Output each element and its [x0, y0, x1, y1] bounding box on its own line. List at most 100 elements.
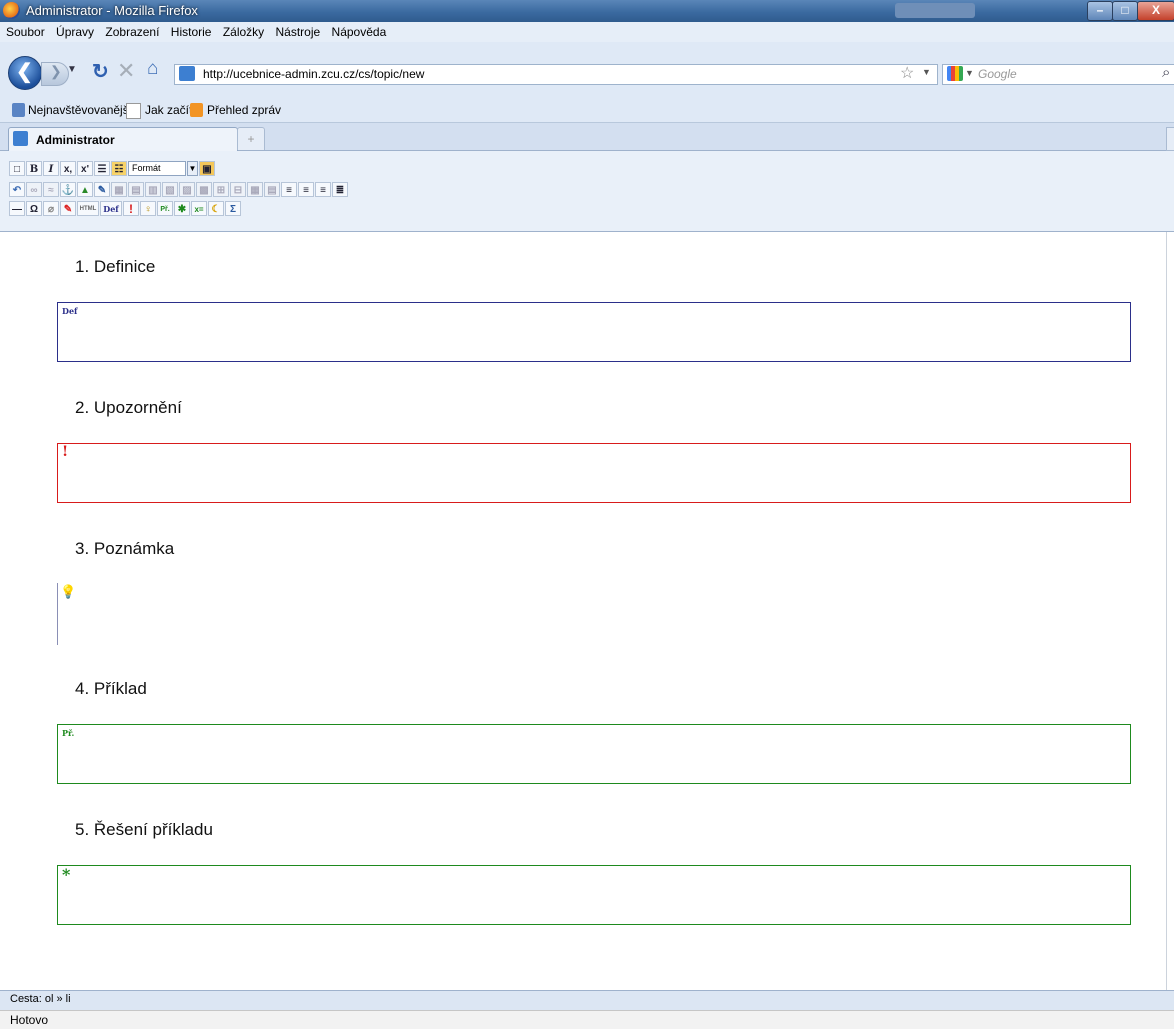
search-placeholder[interactable]: Google — [978, 67, 1017, 81]
engine-dropdown-icon[interactable]: ▼ — [965, 68, 974, 78]
align-left-icon[interactable]: ≡ — [281, 182, 297, 197]
anchor-icon[interactable]: ⚓ — [60, 182, 76, 197]
example-box[interactable]: Př. — [57, 724, 1131, 784]
site-favicon-icon — [179, 66, 195, 81]
table-col-icon[interactable]: ▥ — [145, 182, 161, 197]
note-bulb-icon[interactable]: ♀ — [140, 201, 156, 216]
editor-path-text: Cesta: ol » li — [10, 993, 71, 1005]
section-heading-priklad: 4. Příklad — [75, 679, 147, 698]
section-heading-upozorneni: 2. Upozornění — [75, 398, 182, 417]
warning-box[interactable]: ! — [57, 443, 1131, 503]
tools-icon[interactable]: ✎ — [60, 201, 76, 216]
row-insert-icon[interactable]: ⊞ — [213, 182, 229, 197]
warning-icon: ! — [62, 444, 69, 460]
menu-zobrazeni[interactable]: Zobrazení — [105, 25, 159, 39]
status-bar — [0, 1010, 1174, 1029]
url-text[interactable]: http://ucebnice-admin.zcu.cz/cs/topic/ne… — [203, 67, 424, 81]
format-select[interactable]: Formát — [128, 161, 186, 176]
table-row-icon[interactable]: ▤ — [128, 182, 144, 197]
google-engine-icon[interactable] — [947, 66, 963, 81]
subscript-button[interactable]: x, — [60, 161, 76, 176]
section-heading-reseni: 5. Řešení příkladu — [75, 820, 213, 839]
history-dropdown-icon[interactable]: ▼ — [67, 64, 77, 75]
maximize-button[interactable]: □ — [1112, 1, 1138, 21]
new-tab-button[interactable]: + — [237, 127, 265, 150]
close-button[interactable]: X — [1137, 1, 1174, 21]
minimize-button[interactable]: – — [1087, 1, 1113, 21]
tab-label[interactable]: Administrator — [36, 133, 115, 147]
example-insert-button[interactable]: Př. — [157, 201, 173, 216]
special-char-icon[interactable]: Ω — [26, 201, 42, 216]
undo-icon[interactable]: ↶ — [9, 182, 25, 197]
menu-napoveda[interactable]: Nápověda — [332, 25, 387, 39]
cell-props-icon[interactable]: ▧ — [162, 182, 178, 197]
solution-star-icon: * — [62, 865, 71, 884]
status-text: Hotovo — [10, 1013, 49, 1027]
bookmark-star-icon[interactable]: ☆ — [900, 63, 914, 83]
unlink-icon[interactable]: ≈ — [43, 182, 59, 197]
menu-nastroje[interactable]: Nástroje — [276, 25, 321, 39]
stop-icon[interactable]: ✕ — [117, 58, 135, 84]
editor-path-bar — [0, 990, 1174, 1010]
blurred-user-tag — [895, 3, 975, 18]
image-icon[interactable]: ▲ — [77, 182, 93, 197]
table-icon[interactable]: ▦ — [111, 182, 127, 197]
search-icon[interactable]: ⌕ — [1162, 64, 1170, 81]
menu-bar: Soubor Úpravy Zobrazení Historie Záložky… — [0, 22, 1174, 42]
solution-star-icon[interactable]: ✱ — [174, 201, 190, 216]
grid-delete-icon[interactable]: ▤ — [264, 182, 280, 197]
warning-insert-button[interactable]: ! — [123, 201, 139, 216]
section-heading-poznamka: 3. Poznámka — [75, 539, 175, 558]
formula-icon[interactable]: x= — [191, 201, 207, 216]
definition-tag: Def — [62, 306, 78, 316]
note-box-border — [57, 583, 58, 645]
url-dropdown-icon[interactable]: ▼ — [922, 67, 931, 77]
definition-box[interactable]: Def — [57, 302, 1131, 362]
menu-zalozky[interactable]: Záložky — [223, 25, 264, 39]
forward-arrow-icon: ❯ — [50, 63, 62, 79]
align-justify-icon[interactable]: ≣ — [332, 182, 348, 197]
menu-soubor[interactable]: Soubor — [6, 25, 45, 39]
bookmark-news[interactable]: Přehled zpráv — [207, 103, 281, 117]
sigma-icon[interactable]: Σ — [225, 201, 241, 216]
col-insert-icon[interactable]: ⊟ — [230, 182, 246, 197]
editor-toolbar-row-3: — Ω ⌀ ✎ HTML Def ! ♀ Př. ✱ x= ☾ Σ — [9, 200, 241, 217]
content-scrollbar[interactable] — [1166, 232, 1174, 990]
grid-icon[interactable]: ▦ — [247, 182, 263, 197]
section-heading-definice: 1. Definice — [75, 257, 156, 276]
link-icon[interactable]: ∞ — [26, 182, 42, 197]
horizontal-rule-icon[interactable]: — — [9, 201, 25, 216]
format-dropdown-icon[interactable]: ▼ — [187, 161, 198, 176]
numbered-list-button[interactable]: ☷ — [111, 161, 127, 176]
cleanup-icon[interactable]: ⌀ — [43, 201, 59, 216]
editor-toolbar-row-2: ↶ ∞ ≈ ⚓ ▲ ✎ ▦ ▤ ▥ ▧ ▨ ▩ ⊞ ⊟ ▦ ▤ ≡ ≡ ≡ ≣ — [9, 181, 348, 198]
bookmark-most-visited[interactable]: Nejnavštěvovanější — [28, 103, 132, 117]
solution-box[interactable]: * — [57, 865, 1131, 925]
superscript-button[interactable]: x' — [77, 161, 93, 176]
bullet-list-button[interactable]: ☰ — [94, 161, 110, 176]
reload-icon[interactable]: ↻ — [92, 59, 109, 84]
page-icon — [126, 103, 141, 119]
moon-icon[interactable]: ☾ — [208, 201, 224, 216]
edit-icon[interactable]: ✎ — [94, 182, 110, 197]
most-visited-icon — [12, 103, 25, 117]
align-center-icon[interactable]: ≡ — [298, 182, 314, 197]
home-icon[interactable]: ⌂ — [147, 58, 158, 80]
source-view-icon[interactable]: ▣ — [199, 161, 215, 176]
window-title: Administrator - Mozilla Firefox — [26, 3, 198, 18]
split-cell-icon[interactable]: ▨ — [179, 182, 195, 197]
search-bar[interactable] — [942, 64, 1174, 85]
editor-toolbar-row-1: □ B I x, x' ☰ ☷ Formát ▼ ▣ — [9, 160, 215, 177]
menu-historie[interactable]: Historie — [171, 25, 212, 39]
menu-upravy[interactable]: Úpravy — [56, 25, 94, 39]
new-document-icon[interactable]: □ — [9, 161, 25, 176]
italic-button[interactable]: I — [43, 161, 59, 176]
align-right-icon[interactable]: ≡ — [315, 182, 331, 197]
bold-button[interactable]: B — [26, 161, 42, 176]
bookmark-getting-started[interactable]: Jak začít — [145, 103, 192, 117]
html-icon[interactable]: HTML — [77, 201, 99, 216]
tab-favicon-icon — [13, 131, 28, 146]
merge-cell-icon[interactable]: ▩ — [196, 182, 212, 197]
definition-insert-button[interactable]: Def — [100, 201, 122, 216]
tab-list-button[interactable] — [1166, 127, 1174, 151]
